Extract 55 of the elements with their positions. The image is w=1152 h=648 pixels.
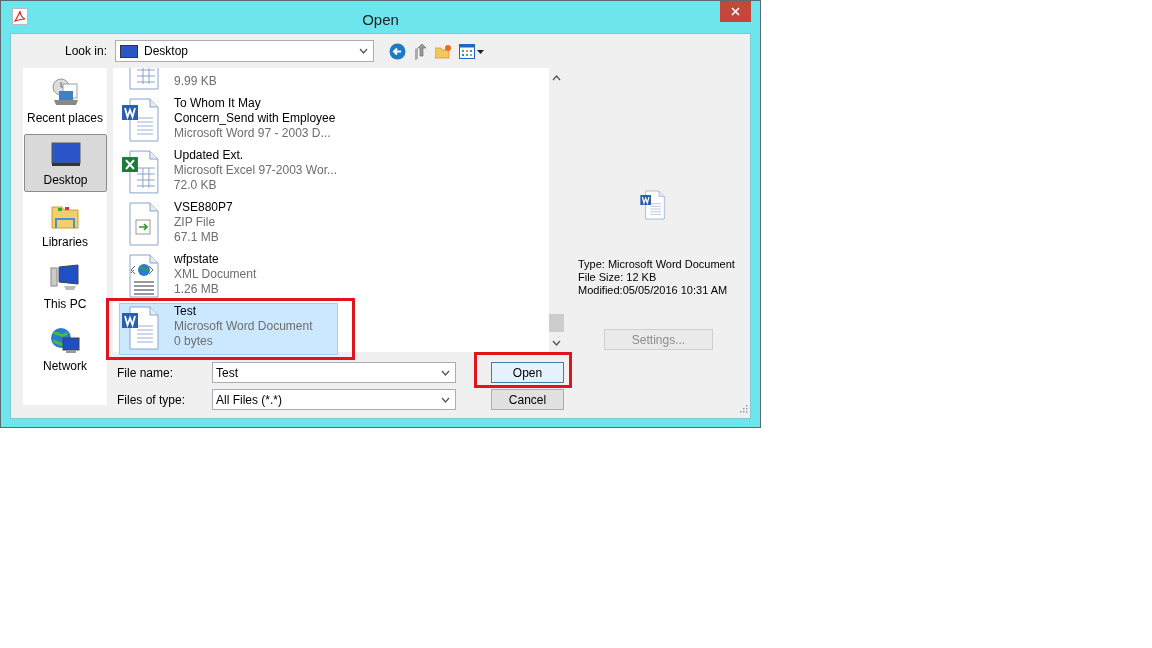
pdf-icon	[12, 8, 28, 25]
file-item[interactable]: Updated Ext. Microsoft Excel 97-2003 Wor... 72.0 KB	[119, 147, 338, 199]
file-type: Microsoft Word Document	[174, 319, 313, 334]
file-item[interactable]: To Whom It May Concern_Send with Employee Microsoft Word 97 - 2003 D...	[119, 95, 338, 147]
caret-icon	[359, 48, 368, 54]
file-size: 67.1 MB	[174, 230, 220, 245]
caret-icon	[441, 396, 450, 403]
look-in-dropdown[interactable]: Desktop	[115, 40, 374, 62]
file-type: Microsoft Excel 97-2003 Wor...	[173, 163, 337, 178]
file-item[interactable]: VSE880P7 ZIP File 67.1 MB	[119, 199, 338, 251]
cancel-button[interactable]: Cancel	[491, 389, 564, 410]
scroll-up-icon[interactable]	[552, 75, 561, 81]
file-type-dropdown[interactable]: All Files (*.*)	[212, 389, 456, 410]
up-folder-icon[interactable]	[413, 42, 427, 60]
open-button[interactable]: Open	[491, 362, 564, 383]
back-icon[interactable]	[389, 42, 406, 60]
desktop-icon	[120, 44, 138, 58]
file-name: wfpstate	[174, 252, 220, 267]
recent-places-icon	[49, 76, 81, 108]
file-name: VSE880P7	[174, 200, 233, 215]
file-type: ZIP File	[174, 215, 217, 230]
sidebar-item[interactable]: Network	[23, 320, 107, 378]
file-info-text: Modified:05/05/2016 10:31 AM	[578, 284, 729, 297]
file-item[interactable]: 9.99 KB	[119, 68, 338, 95]
sidebar-item[interactable]: Desktop	[24, 134, 107, 192]
sidebar-item[interactable]: This PC	[23, 258, 107, 316]
view-menu-icon[interactable]	[459, 43, 486, 59]
file-size: 72.0 KB	[173, 178, 218, 193]
file-size: 0 bytes	[174, 334, 214, 349]
file-name-label: File name:	[116, 364, 175, 382]
look-in-value: Desktop	[144, 43, 190, 60]
file-info-text: Type: Microsoft Word Document	[578, 258, 736, 271]
new-folder-icon[interactable]	[435, 43, 452, 59]
file-item[interactable]: Test Microsoft Word Document 0 bytes	[119, 303, 338, 355]
sidebar-item[interactable]: Libraries	[23, 196, 107, 254]
sidebar-item[interactable]: Recent places	[23, 72, 107, 130]
file-size: 9.99 KB	[174, 74, 217, 89]
look-in-label: Look in:	[63, 43, 107, 60]
file-name: To Whom It May Concern_Send with Employee	[174, 96, 336, 126]
file-size: 1.26 MB	[174, 282, 220, 297]
file-name: Test	[174, 304, 197, 319]
window-title: Open	[361, 10, 400, 30]
file-name-field[interactable]: Test	[212, 362, 456, 383]
file-name: Updated Ext.	[173, 148, 245, 163]
close-button[interactable]	[720, 1, 751, 22]
file-type: XML Document	[174, 267, 257, 282]
scroll-down-icon[interactable]	[552, 340, 561, 346]
file-type-label: Files of type:	[116, 391, 187, 409]
file-item[interactable]: wfpstate XML Document 1.26 MB	[119, 251, 338, 303]
file-type: Microsoft Word 97 - 2003 D...	[174, 126, 332, 141]
close-icon	[731, 7, 740, 16]
caret-icon	[441, 369, 450, 376]
resize-grip-icon[interactable]	[739, 404, 748, 413]
scrollbar-thumb[interactable]	[549, 314, 564, 332]
file-info-text: File Size: 12 KB	[578, 271, 658, 284]
